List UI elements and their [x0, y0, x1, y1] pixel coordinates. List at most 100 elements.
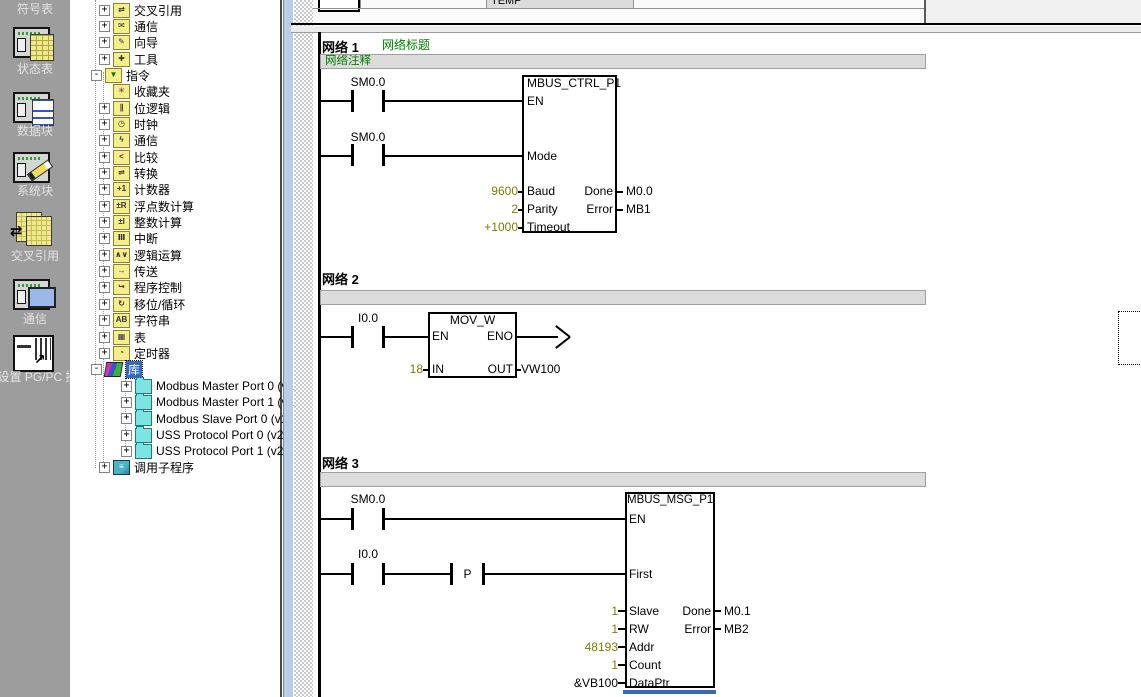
tree-item-shift-rotate[interactable]: +↻移位/循环	[70, 296, 185, 312]
tree-expander-icon[interactable]: +	[99, 250, 110, 261]
tree-expander-icon[interactable]: +	[99, 266, 110, 277]
contact-bar[interactable]	[351, 144, 354, 166]
tree-item-call-subroutines[interactable]: +≡调用子程序	[70, 460, 194, 476]
editor-cursor-cell[interactable]	[1118, 311, 1141, 365]
status-chart-icon[interactable]	[0, 25, 70, 65]
editor-margin-strip	[283, 0, 293, 697]
tree-item-modbus-slave-port-0[interactable]: +Modbus Slave Port 0 (v1.	[70, 411, 291, 427]
contact-operand[interactable]: SM0.0	[330, 493, 406, 506]
tree-item-integer-math[interactable]: +±I整数计算	[70, 215, 182, 231]
contact-bar[interactable]	[351, 508, 354, 530]
tree-expander-icon[interactable]: +	[99, 152, 110, 163]
contact-operand[interactable]: SM0.0	[330, 131, 406, 144]
nav-communications-label[interactable]: 通信	[0, 310, 70, 327]
network-2-comment-bar[interactable]	[320, 290, 926, 305]
tree-expander-icon[interactable]: +	[99, 103, 110, 114]
tree-expander-icon[interactable]: +	[99, 201, 110, 212]
pane-splitter[interactable]	[291, 26, 1141, 33]
tree-item-clock[interactable]: +◷时钟	[70, 116, 158, 132]
contact-bar[interactable]	[351, 90, 354, 112]
tree-expander-icon[interactable]: -	[91, 364, 102, 375]
network-1-comment-bar[interactable]: 网络注释	[320, 54, 926, 69]
baud-value[interactable]: 9600	[448, 185, 518, 198]
tree-expander-icon[interactable]: -	[91, 70, 102, 81]
tree-item-instructions[interactable]: -▼指令	[70, 67, 150, 83]
tree-item-modbus-master-port-1[interactable]: +Modbus Master Port 1 (v1	[70, 394, 294, 410]
contact-operand[interactable]: SM0.0	[330, 76, 406, 89]
contact-operand[interactable]: I0.0	[330, 548, 406, 561]
tree-item-libraries[interactable]: -库	[70, 362, 142, 378]
tree-expander-icon[interactable]: +	[99, 217, 110, 228]
tree-expander-icon[interactable]: +	[121, 430, 132, 441]
tree-expander-icon[interactable]: +	[121, 413, 132, 424]
selected-table-cell[interactable]	[318, 0, 360, 12]
tree-item-counters[interactable]: ++1计数器	[70, 182, 170, 198]
tree-expander-icon[interactable]: +	[99, 282, 110, 293]
table-row-border	[313, 8, 924, 9]
tree-item-compare[interactable]: +<比较	[70, 149, 158, 165]
tree-expander-icon[interactable]: +	[121, 397, 132, 408]
parity-value[interactable]: 2	[448, 203, 518, 216]
nav-symbol-table-label[interactable]: 符号表	[0, 0, 70, 17]
out-operand[interactable]: VW100	[521, 363, 560, 376]
tree-expander-icon[interactable]: +	[99, 233, 110, 244]
nav-data-block-label[interactable]: 数据块	[0, 122, 70, 139]
error-operand[interactable]: MB2	[724, 623, 749, 636]
count-value[interactable]: 1	[548, 659, 618, 672]
tree-expander-icon[interactable]: +	[99, 348, 110, 359]
tree-item-uss-protocol-port-0[interactable]: +USS Protocol Port 0 (v2.3	[70, 427, 293, 443]
positive-edge-label[interactable]: P	[453, 568, 482, 581]
tree-expander-icon[interactable]: +	[121, 446, 132, 457]
contact-bar[interactable]	[351, 563, 354, 585]
tree-item-bit-logic[interactable]: +∥位逻辑	[70, 100, 170, 116]
error-operand[interactable]: MB1	[626, 203, 651, 216]
done-operand[interactable]: M0.0	[626, 185, 653, 198]
tree-item-uss-protocol-port-1[interactable]: +USS Protocol Port 1 (v2.3	[70, 443, 293, 459]
tree-item-table[interactable]: +▦表	[70, 329, 146, 345]
tree-item-tools[interactable]: +✚工具	[70, 51, 158, 67]
contact-bar[interactable]	[351, 326, 354, 348]
tree-expander-icon[interactable]: +	[99, 37, 110, 48]
network-1-title[interactable]: 网络标题	[382, 39, 430, 52]
tree-expander-icon[interactable]: +	[99, 135, 110, 146]
tree-expander-icon[interactable]: +	[99, 54, 110, 65]
tree-expander-icon[interactable]: +	[99, 315, 110, 326]
tree-item-interrupt[interactable]: +Ⅲ中断	[70, 231, 158, 247]
addr-value[interactable]: 48193	[548, 641, 618, 654]
tree-expander-icon[interactable]: +	[99, 168, 110, 179]
tree-item-modbus-master-port-0[interactable]: +Modbus Master Port 0 (v1	[70, 378, 294, 394]
network-3-comment-bar[interactable]	[320, 472, 926, 487]
tree-expander-icon[interactable]: +	[99, 119, 110, 130]
nav-status-chart-label[interactable]: 状态表	[0, 60, 70, 77]
tree-item-wizards[interactable]: +✎向导	[70, 35, 158, 51]
rw-value[interactable]: 1	[548, 623, 618, 636]
tree-item-program-control[interactable]: +↪程序控制	[70, 280, 182, 296]
tree-expander-icon[interactable]: +	[99, 299, 110, 310]
dataptr-value[interactable]: &VB100	[548, 677, 618, 690]
tree-item-floating-point-math[interactable]: +±R浮点数计算	[70, 198, 194, 214]
tree-expander-icon[interactable]: +	[99, 5, 110, 16]
tree-item-communications[interactable]: +✉通信	[70, 18, 158, 34]
in-value[interactable]: 18	[353, 363, 423, 376]
tree-item-communications-instr[interactable]: +ϟ通信	[70, 133, 158, 149]
tree-item-string[interactable]: +AB字符串	[70, 313, 170, 329]
string-label: 字符串	[134, 312, 170, 329]
cross-reference-icon[interactable]: ⇄	[0, 210, 70, 250]
tree-expander-icon[interactable]: +	[99, 462, 110, 473]
tree-item-logical-operations[interactable]: +∧∨逻辑运算	[70, 247, 182, 263]
tree-item-timers[interactable]: +◔定时器	[70, 345, 170, 361]
done-operand[interactable]: M0.1	[724, 605, 751, 618]
tree-item-cross-reference[interactable]: +⇄交叉引用	[70, 2, 182, 18]
tree-expander-icon[interactable]: +	[99, 21, 110, 32]
nav-cross-reference-label[interactable]: 交叉引用	[0, 247, 70, 264]
tree-item-convert[interactable]: +⇌转换	[70, 166, 158, 182]
nav-system-block-label[interactable]: 系统块	[0, 182, 70, 199]
tree-item-favorites[interactable]: ✳收藏夹	[70, 84, 170, 100]
contact-operand[interactable]: I0.0	[330, 312, 406, 325]
tree-expander-icon[interactable]: +	[99, 184, 110, 195]
timeout-value[interactable]: +1000	[448, 221, 518, 234]
slave-value[interactable]: 1	[548, 605, 618, 618]
tree-item-move[interactable]: +→传送	[70, 264, 158, 280]
tree-expander-icon[interactable]: +	[121, 381, 132, 392]
tree-expander-icon[interactable]: +	[99, 332, 110, 343]
